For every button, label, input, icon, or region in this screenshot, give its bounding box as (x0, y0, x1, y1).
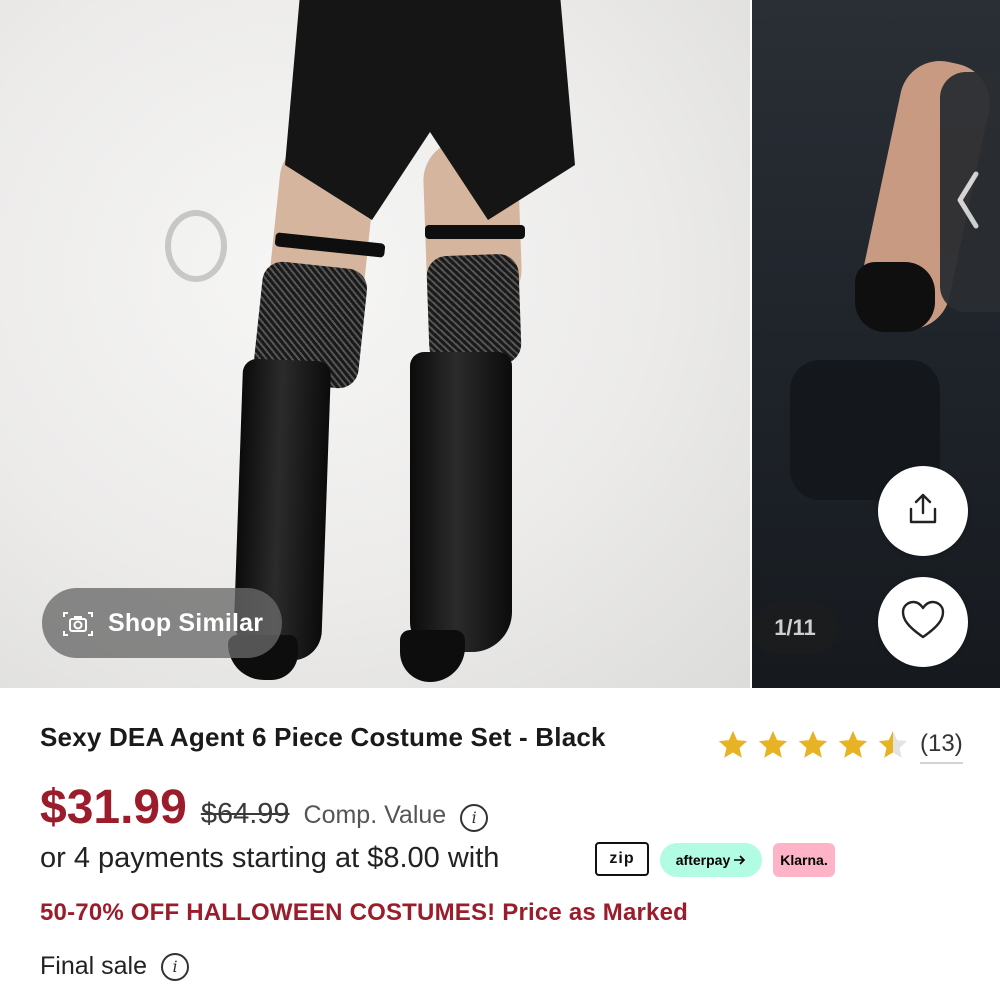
handcuff-shape (165, 210, 227, 282)
star-half-icon (876, 728, 916, 762)
shop-similar-button[interactable]: Shop Similar (42, 588, 282, 658)
comp-value-label: Comp. Value (303, 801, 447, 829)
image-counter: 1/11 (752, 602, 838, 654)
installment-text: or 4 payments starting at $8.00 with (40, 842, 500, 874)
review-count-link[interactable]: (13) (920, 730, 963, 764)
product-photo-main[interactable] (0, 0, 750, 688)
star-full-icon (756, 728, 796, 762)
previous-image-handle[interactable] (940, 72, 1000, 312)
promo-banner: 50-70% OFF HALLOWEEN COSTUMES! Price as … (40, 899, 689, 926)
final-sale-label: Final sale (40, 952, 147, 980)
camera-icon (62, 611, 94, 636)
afterpay-logo[interactable]: afterpay (660, 843, 762, 877)
zip-logo[interactable]: zip (595, 842, 649, 876)
current-price: $31.99 (40, 781, 187, 834)
share-icon (905, 491, 941, 532)
product-image-carousel[interactable]: Shop Similar 1/11 (0, 0, 1000, 688)
product-title: Sexy DEA Agent 6 Piece Costume Set - Bla… (40, 722, 606, 752)
star-full-icon (836, 728, 876, 762)
chevron-left-icon (954, 170, 980, 238)
heart-icon (901, 600, 945, 645)
final-sale-row: Final sale i (40, 952, 189, 981)
original-price: $64.99 (200, 798, 290, 830)
info-icon[interactable]: i (161, 952, 189, 981)
wishlist-button[interactable] (878, 577, 968, 667)
price-row: $31.99 $64.99 Comp. Value i (40, 780, 489, 836)
info-icon[interactable]: i (460, 804, 489, 832)
shop-similar-label: Shop Similar (108, 608, 264, 637)
star-full-icon (796, 728, 836, 762)
star-full-icon (716, 728, 756, 762)
klarna-logo[interactable]: Klarna. (773, 843, 835, 877)
star-rating[interactable] (716, 728, 916, 762)
share-button[interactable] (878, 466, 968, 556)
